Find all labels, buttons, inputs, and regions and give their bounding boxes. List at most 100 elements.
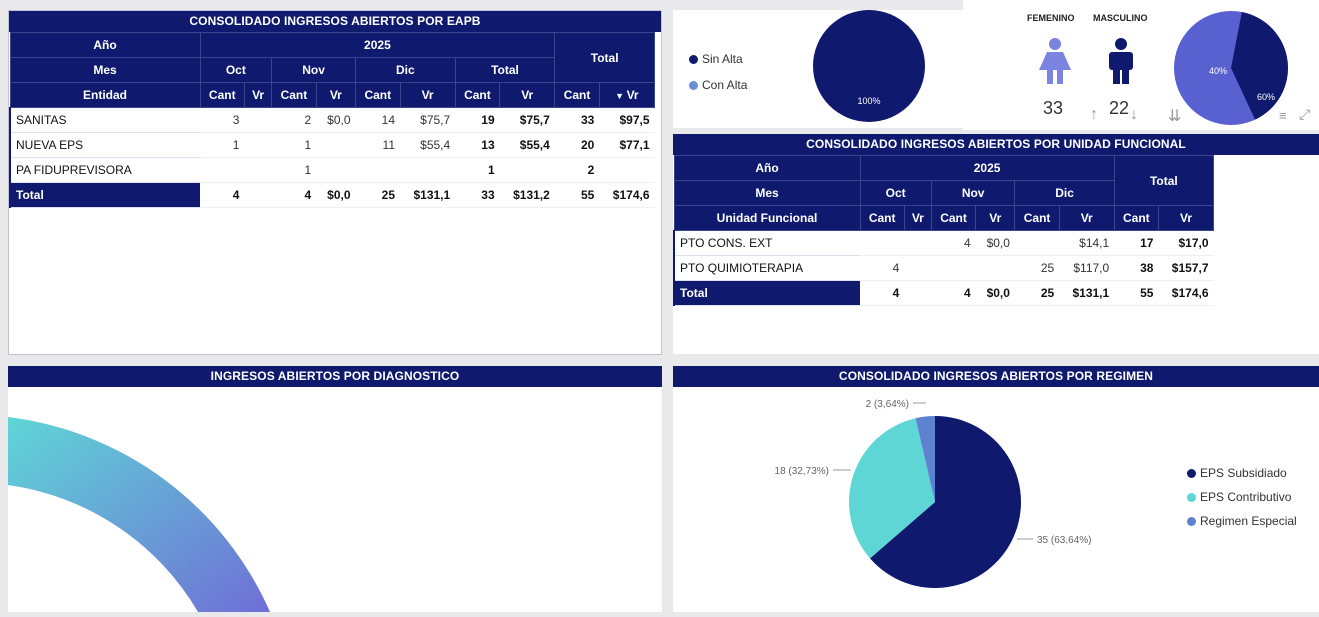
diag-panel: INGRESOS ABIERTOS POR DIAGNOSTICO: [8, 366, 662, 612]
hdr-vr: Vr: [1058, 205, 1115, 231]
arrow-up-icon[interactable]: ↑: [1090, 106, 1098, 124]
hdr-cant: Cant: [1014, 205, 1060, 231]
unidad-body: PTO CONS. EXT 4 $0,0 $14,1 17 $17,0 PTO QUIMIO…: [673, 230, 1214, 306]
hdr-mes: Mes: [673, 180, 861, 206]
table-cell: $17,0: [1158, 230, 1214, 256]
table-cell: 4: [931, 280, 976, 306]
table-cell: [244, 132, 272, 158]
legend-sin-alta[interactable]: Sin Alta: [689, 52, 743, 66]
hdr-vr: Vr: [903, 205, 932, 231]
hdr-year: 2025: [859, 155, 1115, 181]
legend-dot: [689, 80, 698, 90]
label-cont: 18 (32,73%): [775, 466, 829, 477]
hdr-vr: Vr: [975, 205, 1016, 231]
hdr-nov: Nov: [930, 180, 1016, 206]
hdr-cant: Cant: [454, 82, 501, 108]
hdr-total-mes: Total: [454, 57, 556, 83]
label-esp: 2 (3,64%): [866, 399, 909, 410]
eapb-matrix: Año 2025 Total Mes Oct Nov Dic Total Ent…: [9, 32, 656, 208]
table-cell: $97,5: [599, 107, 655, 133]
diag-donut[interactable]: [8, 387, 662, 612]
table-cell: 38: [1114, 255, 1159, 281]
regimen-pie[interactable]: 2 (3,64%) 18 (32,73%) 35 (63,64%): [673, 387, 1133, 612]
regimen-panel: CONSOLIDADO INGRESOS ABIERTOS POR REGIME…: [673, 366, 1319, 612]
table-cell: 19: [455, 107, 500, 133]
label-sub: 35 (63,64%): [1037, 535, 1091, 546]
female-icon: [1039, 38, 1071, 84]
legend-con-alta[interactable]: Con Alta: [689, 78, 747, 92]
diag-title: INGRESOS ABIERTOS POR DIAGNOSTICO: [8, 366, 662, 387]
legend-dot: [689, 54, 698, 64]
table-cell: $14,1: [1059, 230, 1115, 256]
table-cell: 4: [860, 255, 905, 281]
table-cell: [1014, 230, 1060, 256]
table-cell: [316, 157, 356, 183]
table-cell: [904, 230, 932, 256]
table-cell: 4: [860, 280, 905, 306]
hdr-oct: Oct: [199, 57, 273, 83]
table-row[interactable]: Total 4 4 $0,0 25 $131,1 55 $174,6: [673, 280, 1214, 306]
hdr-cant: Cant: [355, 82, 401, 108]
table-cell: 4: [200, 182, 245, 208]
table-cell: [499, 157, 555, 183]
filter-icon[interactable]: ≡: [1279, 108, 1287, 123]
table-row[interactable]: PTO QUIMIOTERAPIA 4 25 $117,0 38 $157,7: [673, 255, 1214, 281]
regimen-title: CONSOLIDADO INGRESOS ABIERTOS POR REGIME…: [673, 366, 1319, 387]
legend-dot: [1187, 492, 1196, 502]
row-header: Total: [673, 280, 860, 306]
table-row[interactable]: NUEVA EPS 1 1 11 $55,4 13 $55,4 20 $77,1: [9, 132, 655, 158]
gender-pie[interactable]: 40% 60%: [1173, 10, 1293, 130]
row-header: PA FIDUPREVISORA: [9, 157, 200, 183]
table-row[interactable]: PTO CONS. EXT 4 $0,0 $14,1 17 $17,0: [673, 230, 1214, 256]
table-cell: $0,0: [975, 230, 1015, 256]
focus-mode-icon[interactable]: ⤢: [1299, 106, 1310, 123]
table-cell: [200, 157, 245, 183]
table-row[interactable]: SANITAS 3 2 $0,0 14 $75,7 19 $75,7 33 $97,5: [9, 107, 655, 133]
hdr-vr: Vr: [399, 82, 456, 108]
unidad-panel: CONSOLIDADO INGRESOS ABIERTOS POR UNIDAD…: [673, 134, 1319, 354]
table-cell: $77,1: [599, 132, 655, 158]
table-cell: $157,7: [1158, 255, 1214, 281]
hdr-anio: Año: [673, 155, 861, 181]
fem-label: FEMENINO: [1027, 13, 1075, 23]
donut-arc[interactable]: [8, 417, 270, 612]
hdr-vr-sort[interactable]: ▼ Vr: [598, 82, 656, 108]
legend-eps-contributivo[interactable]: EPS Contributivo: [1187, 490, 1291, 504]
pie-label-masc: 60%: [1257, 92, 1275, 102]
hdr-mes: Mes: [9, 57, 201, 83]
table-cell: 3: [200, 107, 245, 133]
table-cell: [599, 157, 655, 183]
unidad-matrix: Año 2025 Total Mes Oct Nov Dic Unidad Fu…: [673, 155, 1215, 306]
table-cell: 17: [1114, 230, 1159, 256]
table-cell: $174,6: [1158, 280, 1214, 306]
table-cell: [860, 230, 905, 256]
table-row[interactable]: Total 4 4 $0,0 25 $131,1 33 $131,2 55 $174,6: [9, 182, 655, 208]
hdr-cant: Cant: [199, 82, 245, 108]
table-cell: $55,4: [400, 132, 456, 158]
hdr-year: 2025: [199, 32, 556, 58]
row-header: SANITAS: [9, 107, 200, 133]
hdr-cant: Cant: [554, 82, 600, 108]
hdr-total: Total: [1113, 155, 1215, 206]
male-icon: [1109, 38, 1133, 84]
table-cell: $75,7: [400, 107, 456, 133]
table-cell: [355, 157, 401, 183]
pie-label-fem: 40%: [1209, 66, 1227, 76]
sort-desc-icon[interactable]: ▼: [615, 91, 626, 101]
masc-label: MASCULINO: [1093, 13, 1148, 23]
legend-eps-subsidiado[interactable]: EPS Subsidiado: [1187, 466, 1287, 480]
alta-pie[interactable]: 100%: [807, 10, 937, 128]
hdr-cant: Cant: [271, 82, 317, 108]
row-header: Total: [9, 182, 200, 208]
table-cell: $0,0: [316, 182, 356, 208]
table-cell: $131,1: [400, 182, 456, 208]
table-cell: $131,1: [1059, 280, 1115, 306]
table-cell: [316, 132, 356, 158]
arrow-down-icon[interactable]: ↓: [1130, 106, 1138, 124]
legend-regimen-especial[interactable]: Regimen Especial: [1187, 514, 1297, 528]
hdr-cant: Cant: [930, 205, 977, 231]
table-row[interactable]: PA FIDUPREVISORA 1 1 2: [9, 157, 655, 183]
table-cell: 20: [554, 132, 600, 158]
table-cell: $131,2: [499, 182, 555, 208]
unidad-title: CONSOLIDADO INGRESOS ABIERTOS POR UNIDAD…: [673, 134, 1319, 155]
